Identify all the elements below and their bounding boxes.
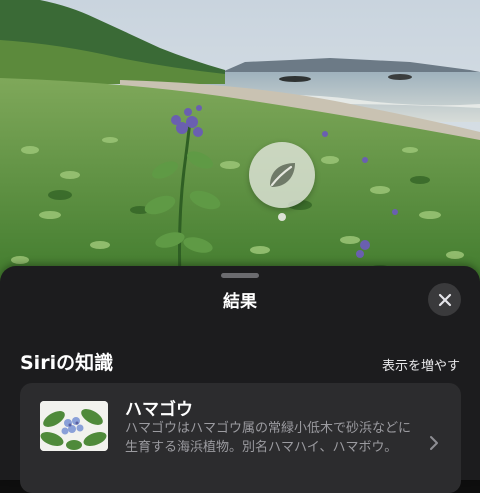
result-description: ハマゴウはハマゴウ属の常緑小低木で砂浜などに生育する海浜植物。別名ハマハイ、ハマ… [125,421,412,455]
sheet-grabber[interactable] [221,273,259,278]
visual-lookup-button[interactable] [249,142,315,208]
close-icon [438,293,451,306]
results-sheet: 結果 Siriの知識 表示を増やす ハマゴウ ハマゴウはハマゴウ属の常緑小低木で… [0,266,480,493]
sheet-title: 結果 [223,292,257,312]
plant-thumbnail-image [40,401,108,451]
result-card[interactable]: ハマゴウ ハマゴウはハマゴウ属の常緑小低木で砂浜などに生育する海浜植物。別名ハマ… [20,383,461,493]
leaf-icon [270,163,295,187]
lookup-anchor-dot [278,213,286,221]
section-title: Siriの知識 [20,352,114,374]
result-title: ハマゴウ [125,400,193,420]
result-thumbnail [40,401,108,451]
chevron-right-icon [430,436,438,450]
background-photo [0,0,480,292]
show-more-link[interactable]: 表示を増やす [382,355,460,374]
close-button[interactable] [428,283,461,316]
beach-plant-photo [0,0,480,292]
